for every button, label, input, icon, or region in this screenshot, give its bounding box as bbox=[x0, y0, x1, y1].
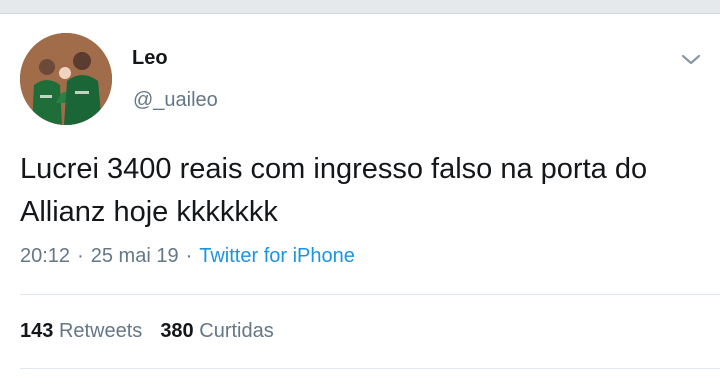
retweets-label: Retweets bbox=[58, 320, 143, 342]
likes-label: Curtidas bbox=[199, 320, 274, 342]
tweet-source-link[interactable]: Twitter for iPhone bbox=[199, 245, 355, 267]
top-divider bbox=[0, 0, 720, 14]
chevron-down-icon[interactable] bbox=[678, 48, 704, 70]
tweet-meta: 20:12 · 25 mai 19 · Twitter for iPhone bbox=[20, 245, 355, 268]
divider bbox=[20, 294, 720, 295]
retweets-stat[interactable]: 143 Retweets bbox=[20, 320, 142, 342]
likes-stat[interactable]: 380 Curtidas bbox=[160, 320, 273, 342]
tweet-date: 25 mai 19 bbox=[90, 245, 179, 267]
author-handle[interactable]: @_uaileo bbox=[133, 89, 218, 112]
divider bbox=[20, 368, 720, 369]
retweets-count: 143 bbox=[20, 320, 54, 342]
tweet-time: 20:12 bbox=[20, 245, 71, 267]
author-name[interactable]: Leo bbox=[132, 47, 168, 70]
meta-separator: · bbox=[185, 245, 193, 267]
tweet-text: Lucrei 3400 reais com ingresso falso na … bbox=[20, 153, 648, 228]
avatar[interactable] bbox=[20, 33, 112, 125]
meta-separator: · bbox=[77, 245, 84, 267]
tweet-stats: 143 Retweets 380 Curtidas bbox=[20, 320, 274, 343]
likes-count: 380 bbox=[160, 320, 194, 342]
